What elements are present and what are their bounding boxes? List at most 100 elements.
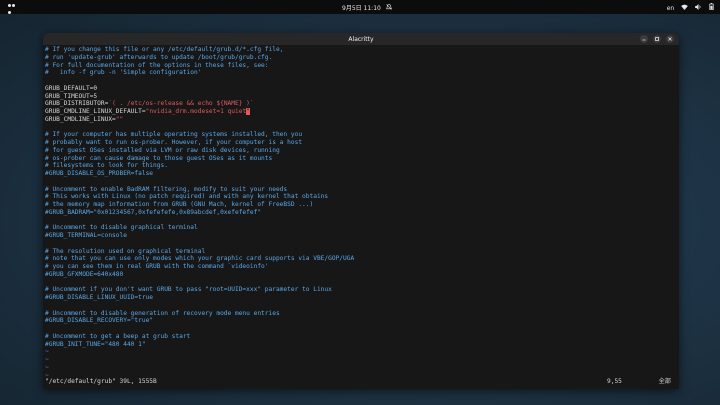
comment-text: # If your computer has multiple operatin… [45,131,303,139]
comment-text: #GRUB_INIT_TUNE="480 440 1" [45,340,146,348]
status-scroll-indicator: 全部 [658,378,671,385]
editor-line[interactable] [45,178,677,186]
editor-line[interactable]: # info -f grub -n 'Simple configuration' [45,69,677,77]
config-key: GRUB_CMDLINE_LINUX_DEFAULT= [45,108,146,115]
editor-line[interactable]: # you can see them in real GRUB with the… [45,263,677,271]
config-value: "nvidia_drm.modeset=1 quiet [145,108,247,115]
comment-text: # This works with Linux (no patch requir… [45,193,329,201]
comment-text: # os-prober can cause damage to those gu… [45,154,273,162]
volume-icon [695,4,702,12]
comment-text: # Uncomment if you don't want GRUB to pa… [45,286,332,294]
editor-line[interactable]: #GRUB_DISABLE_RECOVERY="true" [45,317,677,325]
editor-line[interactable] [45,77,677,85]
editor-line[interactable]: GRUB_CMDLINE_LINUX_DEFAULT="nvidia_drm.m… [45,108,677,116]
network-icon [681,4,688,12]
editor-line[interactable] [45,279,677,287]
editor-line[interactable]: #GRUB_TERMINAL=console [45,232,677,240]
close-icon[interactable] [666,35,674,43]
input-method-label[interactable]: en [667,5,675,12]
editor-line[interactable]: # note that you can use only modes which… [45,255,677,263]
config-value: `( . /etc/os-release && echo ${NAME} )` [108,100,254,108]
editor-line[interactable]: # filesystems to look for things. [45,162,677,170]
config-key: GRUB_DISTRIBUTOR= [45,100,109,108]
editor-line[interactable]: # Uncomment if you don't want GRUB to pa… [45,286,677,294]
config-value: "" [115,115,124,123]
editor-line[interactable]: # the memory map information from GRUB (… [45,201,677,209]
comment-text: #GRUB_DISABLE_RECOVERY="true" [45,317,154,325]
vim-editor-buffer[interactable]: # If you change this file or any /etc/de… [45,46,677,384]
editor-line[interactable]: # For full documentation of the options … [45,62,677,70]
vim-status-line: "/etc/default/grub" 39L, 1555B 9,55 全部 [45,377,675,386]
editor-line[interactable]: #GRUB_INIT_TUNE="480 440 1" [45,341,677,349]
window-title: Alacritty [348,36,374,43]
status-cursor-position: 9,55 [607,378,622,385]
editor-line[interactable]: # If you change this file or any /etc/de… [45,46,677,54]
terminal-window[interactable]: Alacritty # If you change this file or a… [43,33,679,389]
line-text: GRUB_DEFAULT=0 [45,84,98,92]
comment-text: # Uncomment to enable BadRAM filtering, … [45,185,288,193]
maximize-icon[interactable] [653,35,661,43]
text-cursor: " [246,108,250,115]
clock[interactable]: 9月5日 11:10 [342,3,392,12]
config-key: GRUB_CMDLINE_LINUX= [45,115,116,123]
empty-line-marker: ~ [45,356,49,363]
empty-line-marker: ~ [45,348,49,356]
comment-text: # filesystems to look for things. [45,162,168,170]
comment-text: #GRUB_DISABLE_OS_PROBER=false [45,170,154,177]
editor-line[interactable] [45,217,677,225]
comment-text: # Uncomment to disable generation of rec… [45,309,280,317]
comment-text: # For full documentation of the options … [45,61,269,69]
clock-label: 9月5日 11:10 [342,5,381,12]
comment-text: #GRUB_BADRAM="0x01234567,0xfefefefe,0x89… [45,208,262,216]
comment-text: # run 'update-grub' afterwards to update… [45,53,273,61]
activities-indicator[interactable] [8,4,19,14]
editor-line[interactable]: # Uncomment to disable generation of rec… [45,310,677,318]
comment-text: # The resolution used on graphical termi… [45,247,206,255]
editor-line[interactable]: #GRUB_BADRAM="0x01234567,0xfefefefe,0x89… [45,209,677,217]
editor-line[interactable] [45,240,677,248]
editor-line[interactable] [45,325,677,333]
editor-line[interactable]: #GRUB_DISABLE_LINUX_UUID=true [45,294,677,302]
comment-text: # info -f grub -n 'Simple configuration' [45,69,202,77]
editor-line[interactable]: # probably want to run os-prober. Howeve… [45,139,677,147]
comment-text: # note that you can use only modes which… [45,255,355,263]
comment-text: #GRUB_TERMINAL=console [45,232,127,239]
comment-text: # Uncomment to get a beep at grub start [45,332,191,340]
editor-line[interactable]: GRUB_TIMEOUT=5 [45,93,677,101]
editor-line[interactable]: GRUB_CMDLINE_LINUX="" [45,116,677,124]
editor-line[interactable]: ~ [45,356,677,364]
comment-text: #GRUB_GFXMODE=640x480 [45,270,124,278]
battery-icon [709,3,714,12]
comment-text: # you can see them in real GRUB with the… [45,263,269,270]
window-titlebar[interactable]: Alacritty [43,33,679,45]
do-not-disturb-icon [385,4,392,12]
editor-line[interactable]: ~ [45,364,677,372]
editor-line[interactable] [45,124,677,132]
editor-line[interactable]: # for guest OSes installed via LVM or ra… [45,147,677,155]
minimize-icon[interactable] [640,35,648,43]
line-text: GRUB_TIMEOUT=5 [45,92,98,100]
editor-line[interactable]: # Uncomment to disable graphical termina… [45,224,677,232]
editor-line[interactable]: # os-prober can cause damage to those gu… [45,155,677,163]
editor-line[interactable]: #GRUB_DISABLE_OS_PROBER=false [45,170,677,178]
empty-line-marker: ~ [45,363,49,371]
comment-text: #GRUB_DISABLE_LINUX_UUID=true [45,294,154,301]
status-file-info: "/etc/default/grub" 39L, 1555B [45,378,157,385]
editor-line[interactable]: GRUB_DEFAULT=0 [45,85,677,93]
comment-text: # Uncomment to disable graphical termina… [45,224,198,232]
top-bar: 9月5日 11:10 en [0,0,720,14]
editor-line[interactable]: # run 'update-grub' afterwards to update… [45,54,677,62]
editor-line[interactable]: # The resolution used on graphical termi… [45,248,677,256]
comment-text: # for guest OSes installed via LVM or ra… [45,146,280,154]
editor-line[interactable]: GRUB_DISTRIBUTOR=`( . /etc/os-release &&… [45,100,677,108]
editor-line[interactable]: # Uncomment to enable BadRAM filtering, … [45,186,677,194]
editor-line[interactable]: #GRUB_GFXMODE=640x480 [45,271,677,279]
editor-line[interactable]: # This works with Linux (no patch requir… [45,193,677,201]
editor-line[interactable]: # If your computer has multiple operatin… [45,131,677,139]
editor-line[interactable]: ~ [45,348,677,356]
editor-line[interactable]: # Uncomment to get a beep at grub start [45,333,677,341]
comment-text: # the memory map information from GRUB (… [45,201,314,208]
editor-line[interactable] [45,302,677,310]
comment-text: # probably want to run os-prober. Howeve… [45,139,303,146]
system-tray[interactable]: en [662,3,714,12]
